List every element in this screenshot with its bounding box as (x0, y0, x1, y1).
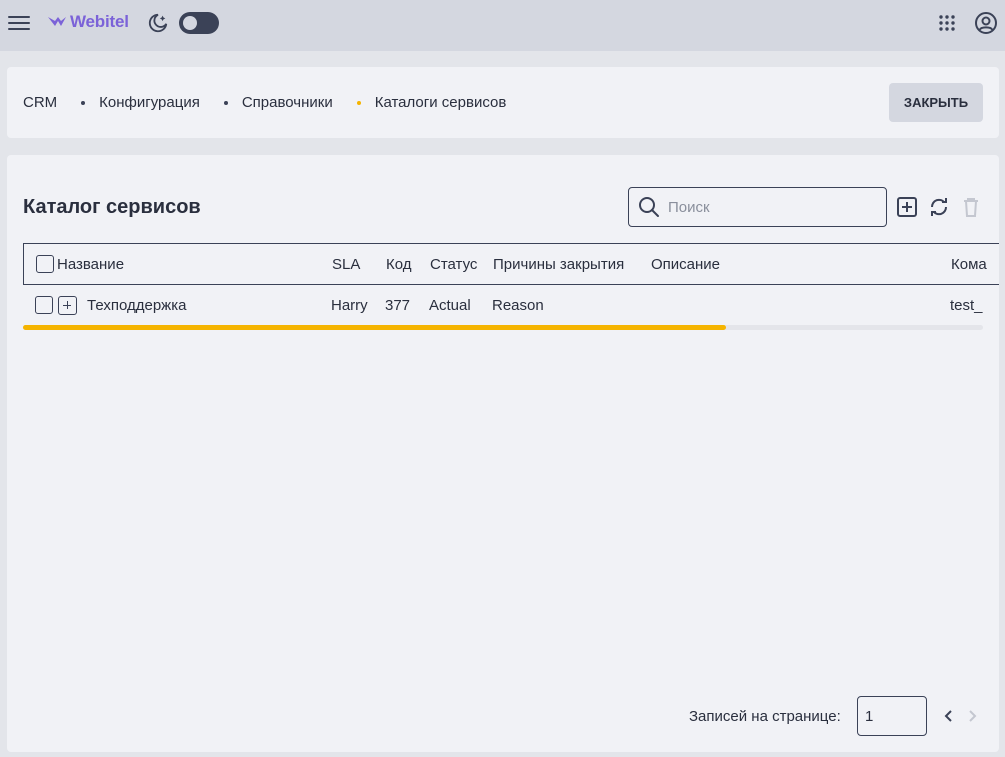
breadcrumb-separator (223, 100, 228, 105)
select-all-checkbox[interactable] (36, 255, 54, 273)
close-button[interactable]: ЗАКРЫТЬ (889, 83, 983, 122)
expand-row-icon[interactable] (58, 296, 77, 315)
page-title: Каталог сервисов (23, 196, 201, 218)
row-checkbox[interactable] (35, 296, 53, 314)
breadcrumb-panel: CRM Конфигурация Справочники Каталоги се… (7, 67, 999, 138)
breadcrumb: CRM Конфигурация Справочники Каталоги се… (23, 94, 506, 111)
apps-grid-icon[interactable] (937, 13, 957, 33)
breadcrumb-crm[interactable]: CRM (23, 94, 57, 111)
delete-icon[interactable] (960, 196, 982, 218)
add-icon[interactable] (896, 196, 918, 218)
column-close-reasons[interactable]: Причины закрытия (493, 256, 624, 273)
webitel-logo-icon (48, 17, 66, 26)
top-bar: Webitel (0, 0, 1005, 51)
column-status[interactable]: Статус (430, 256, 477, 273)
breadcrumb-service-catalogs: Каталоги сервисов (374, 94, 507, 111)
cell-status: Actual (429, 297, 471, 314)
service-catalog-table: Название SLA Код Статус Причины закрытия… (23, 243, 999, 325)
cell-name[interactable]: Техподдержка (87, 297, 186, 314)
breadcrumb-configuration[interactable]: Конфигурация (99, 94, 200, 111)
horizontal-scrollbar[interactable] (23, 325, 983, 330)
search-icon (639, 197, 659, 217)
toggle-knob (183, 16, 197, 30)
column-code[interactable]: Код (386, 256, 412, 273)
theme-toggle[interactable] (179, 12, 219, 34)
column-team[interactable]: Кома (951, 256, 987, 273)
cell-sla: Harry (331, 297, 368, 314)
breadcrumb-separator-active (356, 100, 361, 105)
chevron-right-icon[interactable] (962, 706, 982, 726)
per-page-input[interactable] (857, 696, 927, 736)
main-panel: Каталог сервисов Название SLA Код Статус… (7, 155, 999, 752)
table-row[interactable]: Техподдержка Harry 377 Actual Reason tes… (23, 285, 999, 325)
search-input[interactable] (668, 198, 868, 216)
logo[interactable]: Webitel (47, 12, 129, 32)
cell-close-reason: Reason (492, 297, 544, 314)
cell-code: 377 (385, 297, 411, 314)
refresh-icon[interactable] (928, 196, 950, 218)
chevron-left-icon[interactable] (939, 706, 959, 726)
cell-team: test_ (950, 297, 983, 314)
column-name[interactable]: Название (57, 256, 124, 273)
column-description[interactable]: Описание (651, 256, 720, 273)
column-sla[interactable]: SLA (332, 256, 360, 273)
table-header: Название SLA Код Статус Причины закрытия… (23, 243, 999, 285)
account-icon[interactable] (974, 11, 998, 35)
scrollbar-thumb[interactable] (23, 325, 726, 330)
menu-icon[interactable] (8, 12, 30, 34)
breadcrumb-directories[interactable]: Справочники (242, 94, 333, 111)
per-page-label: Записей на странице: (689, 708, 841, 725)
breadcrumb-separator (81, 100, 86, 105)
dark-mode-icon (148, 13, 168, 33)
search-box[interactable] (628, 187, 887, 227)
logo-text: Webitel (70, 12, 129, 31)
